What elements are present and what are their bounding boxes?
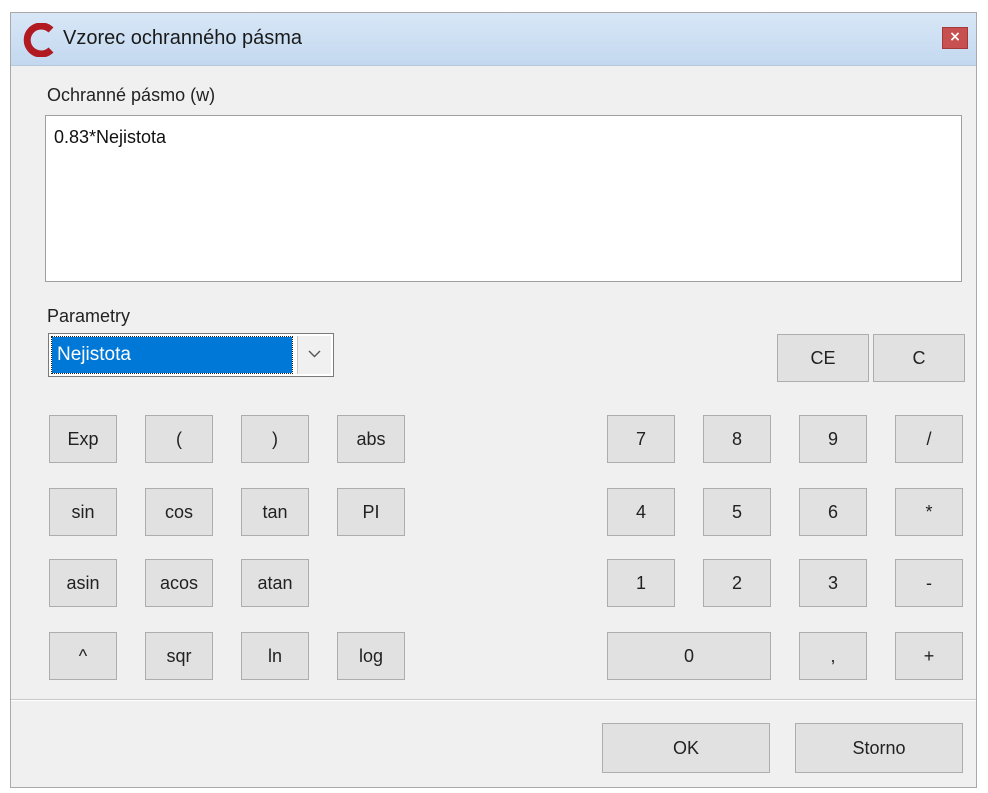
window-title: Vzorec ochranného pásma (63, 27, 303, 49)
subtract-button[interactable]: - (895, 559, 963, 607)
digit-5-button[interactable]: 5 (703, 488, 771, 536)
atan-button[interactable]: atan (241, 559, 309, 607)
acos-button[interactable]: acos (145, 559, 213, 607)
digit-2-button[interactable]: 2 (703, 559, 771, 607)
multiply-button[interactable]: * (895, 488, 963, 536)
digit-6-button[interactable]: 6 (799, 488, 867, 536)
exp-button[interactable]: Exp (49, 415, 117, 463)
cancel-button[interactable]: Storno (795, 723, 963, 773)
close-button[interactable]: × (942, 27, 968, 49)
log-button[interactable]: log (337, 632, 405, 680)
comma-button[interactable]: , (799, 632, 867, 680)
digit-3-button[interactable]: 3 (799, 559, 867, 607)
c-button[interactable]: C (873, 334, 965, 382)
formula-dialog: Vzorec ochranného pásma × Ochranné pásmo… (10, 12, 977, 788)
chevron-down-icon (308, 350, 321, 358)
digit-9-button[interactable]: 9 (799, 415, 867, 463)
tan-button[interactable]: tan (241, 488, 309, 536)
parameters-label: Parametry (47, 306, 131, 326)
ln-button[interactable]: ln (241, 632, 309, 680)
title-bar[interactable]: Vzorec ochranného pásma × (11, 13, 976, 66)
footer-divider (11, 699, 976, 701)
pi-button[interactable]: PI (337, 488, 405, 536)
ok-button[interactable]: OK (602, 723, 770, 773)
abs-button[interactable]: abs (337, 415, 405, 463)
add-button[interactable]: + (895, 632, 963, 680)
power-button[interactable]: ^ (49, 632, 117, 680)
formula-label: Ochranné pásmo (w) (47, 85, 216, 105)
formula-textarea[interactable]: 0.83*Nejistota (45, 115, 962, 282)
close-paren-button[interactable]: ) (241, 415, 309, 463)
digit-8-button[interactable]: 8 (703, 415, 771, 463)
digit-4-button[interactable]: 4 (607, 488, 675, 536)
app-logo-icon (23, 23, 54, 57)
divide-button[interactable]: / (895, 415, 963, 463)
sqr-button[interactable]: sqr (145, 632, 213, 680)
digit-7-button[interactable]: 7 (607, 415, 675, 463)
digit-1-button[interactable]: 1 (607, 559, 675, 607)
asin-button[interactable]: asin (49, 559, 117, 607)
select-dropdown-button[interactable] (297, 336, 331, 374)
ce-button[interactable]: CE (777, 334, 869, 382)
parameters-selected-value: Nejistota (51, 336, 293, 374)
parameters-select[interactable]: Nejistota (48, 333, 334, 377)
sin-button[interactable]: sin (49, 488, 117, 536)
digit-0-button[interactable]: 0 (607, 632, 771, 680)
open-paren-button[interactable]: ( (145, 415, 213, 463)
cos-button[interactable]: cos (145, 488, 213, 536)
